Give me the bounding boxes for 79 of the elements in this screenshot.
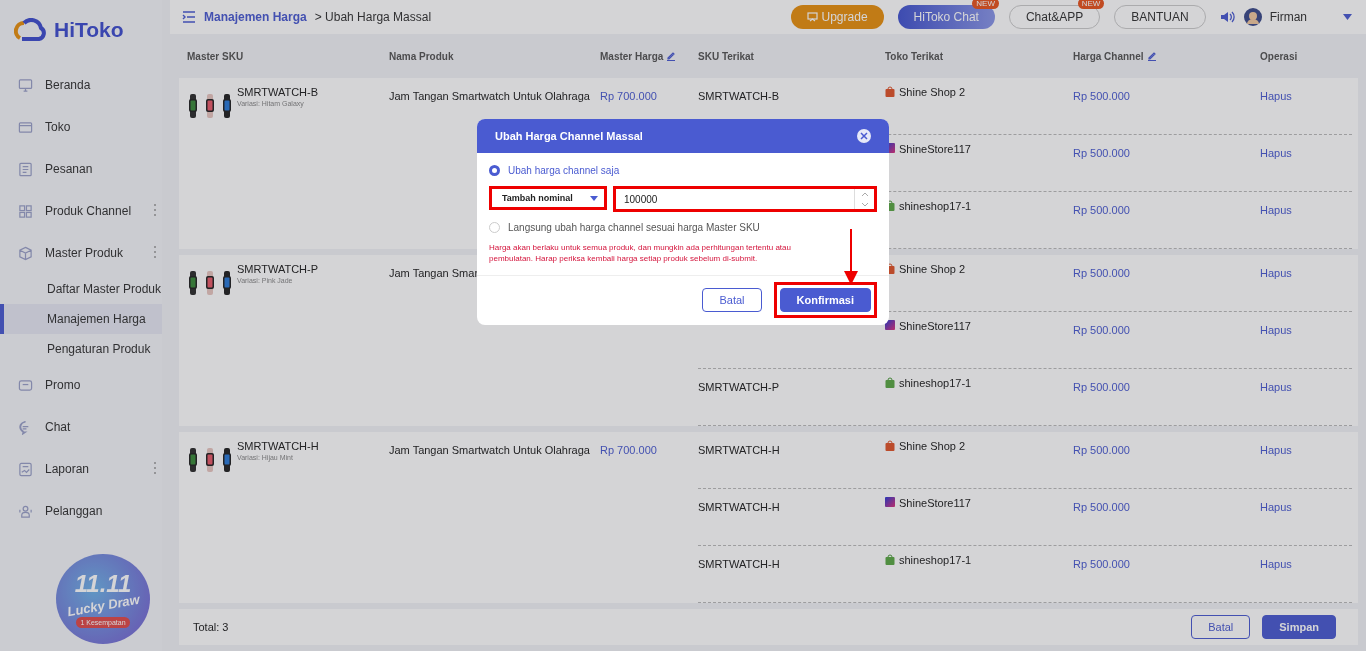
delete-link[interactable]: Hapus — [1260, 381, 1292, 393]
confirm-button[interactable]: Konfirmasi — [779, 288, 871, 313]
delete-link[interactable]: Hapus — [1260, 444, 1292, 456]
save-button[interactable]: Simpan — [1262, 615, 1336, 639]
header-button[interactable]: BANTUAN — [1114, 5, 1206, 29]
channel-price: Rp 500.000 — [1073, 444, 1130, 456]
logo-text: HiToko — [54, 18, 124, 42]
delete-link[interactable]: Hapus — [1260, 147, 1292, 159]
cancel-button[interactable]: Batal — [1191, 615, 1251, 639]
linked-sku: SMRTWATCH-H — [698, 501, 780, 513]
radio-option[interactable]: Ubah harga channel saja — [489, 165, 877, 176]
channel-price: Rp 500.000 — [1073, 324, 1130, 336]
channel-price: Rp 500.000 — [1073, 267, 1130, 279]
delete-link[interactable]: Hapus — [1260, 558, 1292, 570]
store-name: shineshop17-1 — [899, 554, 972, 566]
sku-text: SMRTWATCH-P — [237, 263, 319, 275]
mode-dropdown[interactable]: Tambah nominal — [489, 186, 607, 210]
dialog-title: Ubah Harga Channel Massal — [495, 130, 643, 142]
sku-text: SMRTWATCH-H — [237, 440, 319, 452]
channel-price: Rp 500.000 — [1073, 204, 1130, 216]
delete-link[interactable]: Hapus — [1260, 267, 1292, 279]
sidebar-item[interactable]: Chat — [0, 406, 162, 448]
warning-text: Harga akan berlaku untuk semua produk, dan mungkin ada perhitungan tertentu atau pembulatan. Harap periksa kembali harga setiap produk sebelum di-submit. — [489, 243, 792, 265]
store-name: ShineStore117 — [899, 143, 971, 155]
column-header: Toko Terikat — [885, 50, 943, 62]
user-name[interactable]: Firman — [1269, 10, 1307, 24]
channel-price: Rp 500.000 — [1073, 147, 1130, 159]
sidebar-subitem[interactable]: Pengaturan Produk — [0, 334, 162, 364]
store-name: shineshop17-1 — [899, 377, 972, 389]
breadcrumb-link[interactable]: Manajemen Harga — [204, 10, 307, 24]
store-name: Shine Shop 2 — [899, 263, 966, 275]
sidebar-subitem[interactable]: Daftar Master Produk — [0, 274, 162, 304]
column-header: Nama Produk — [389, 50, 454, 62]
channel-price: Rp 500.000 — [1073, 501, 1130, 513]
channel-price: Rp 500.000 — [1073, 381, 1130, 393]
store-name: ShineStore117 — [899, 497, 971, 509]
column-header: Operasi — [1260, 50, 1298, 62]
sidebar-item[interactable]: Pesanan — [0, 148, 162, 190]
linked-sku: SMRTWATCH-P — [698, 381, 780, 393]
linked-sku: SMRTWATCH-H — [698, 558, 780, 570]
breadcrumb-current: > Ubah Harga Massal — [314, 10, 432, 24]
store-name: shineshop17-1 — [899, 200, 972, 212]
sidebar-item[interactable]: Toko — [0, 106, 162, 148]
sidebar-item[interactable]: Produk Channel — [0, 190, 162, 232]
column-header: Harga Channel — [1073, 50, 1144, 62]
sidebar-item[interactable]: Promo — [0, 364, 162, 406]
delete-link[interactable]: Hapus — [1260, 90, 1292, 102]
product-name: Jam Tangan Smar — [389, 267, 479, 279]
store-name: Shine Shop 2 — [899, 440, 966, 452]
delete-link[interactable]: Hapus — [1260, 324, 1292, 336]
sidebar-item[interactable]: Beranda — [0, 64, 162, 106]
cancel-button[interactable]: Batal — [702, 288, 762, 313]
store-name: ShineStore117 — [899, 320, 971, 332]
sidebar-item[interactable]: Laporan — [0, 448, 162, 490]
linked-sku: SMRTWATCH-H — [698, 444, 780, 456]
linked-sku: SMRTWATCH-B — [698, 90, 780, 102]
header-button[interactable]: HiToko Chat — [897, 5, 995, 29]
channel-price: Rp 500.000 — [1073, 90, 1130, 102]
sidebar-item[interactable]: Pelanggan — [0, 490, 162, 532]
amount-field[interactable]: 100000 — [613, 186, 877, 212]
sidebar-subitem[interactable]: Manajemen Harga — [0, 304, 162, 334]
channel-price: Rp 500.000 — [1073, 558, 1130, 570]
product-name: Jam Tangan Smartwatch Untuk Olahraga — [389, 90, 590, 102]
master-price: Rp 700.000 — [600, 444, 657, 456]
column-header: Master SKU — [187, 50, 244, 62]
column-header: Master Harga — [600, 50, 664, 62]
sidebar-item[interactable]: Master Produk — [0, 232, 162, 274]
column-header: SKU Terikat — [698, 50, 754, 62]
header-button[interactable]: Chat&APP — [1008, 5, 1101, 29]
new-badge: NEW — [1077, 0, 1105, 9]
total-count: Total: 3 — [193, 621, 229, 633]
new-badge: NEW — [972, 0, 999, 9]
delete-link[interactable]: Hapus — [1260, 204, 1292, 216]
product-name: Jam Tangan Smartwatch Untuk Olahraga — [389, 444, 590, 456]
sku-text: SMRTWATCH-B — [237, 86, 319, 98]
radio-option[interactable]: Langsung ubah harga channel sesuai harga Master SKU — [489, 222, 877, 233]
master-price: Rp 700.000 — [600, 90, 657, 102]
delete-link[interactable]: Hapus — [1260, 501, 1292, 513]
store-name: Shine Shop 2 — [899, 86, 966, 98]
